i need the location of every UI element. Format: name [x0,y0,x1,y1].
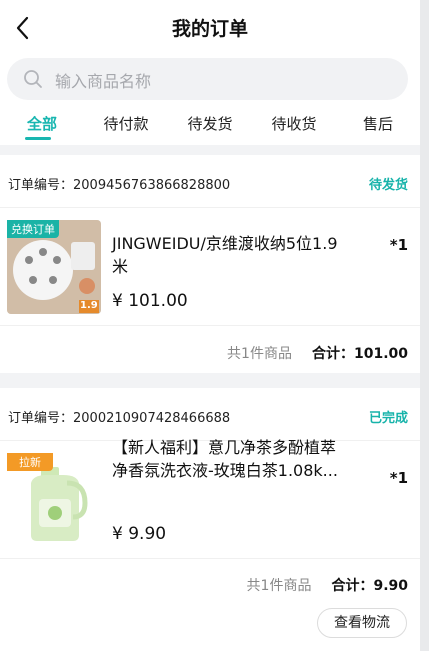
order-summary: 共1件商品 合计：101.00 [227,343,408,363]
search-bar[interactable]: 输入商品名称 [7,58,408,100]
tab-pending-receipt[interactable]: 待收货 [252,113,336,134]
order-number: 订单编号：2009456763866828800 [8,178,231,193]
order-status: 待发货 [368,178,408,193]
order-number: 订单编号：2000210907428466688 [8,411,231,426]
product-name[interactable]: 【新人福利】意几净茶多酚植萃净香氛洗衣液-玫瑰白茶1.08k... [112,436,350,482]
search-icon [24,70,42,88]
view-logistics-button[interactable]: 查看物流 [317,608,407,638]
tab-pending-payment[interactable]: 待付款 [84,113,168,134]
tab-pending-shipment[interactable]: 待发货 [168,113,252,134]
product-quantity: *1 [389,469,408,487]
order-tabs: 全部 待付款 待发货 待收货 售后 [0,113,420,145]
order-status: 已完成 [368,411,408,426]
product-thumbnail[interactable]: 拉新 [7,453,101,547]
tab-all[interactable]: 全部 [0,113,84,134]
item-count: 共1件商品 [227,346,292,362]
thumb-size-label: 1.9 [80,300,98,311]
order-summary: 共1件商品 合计：9.90 [247,575,408,595]
active-tab-indicator [25,137,51,140]
tab-after-sales[interactable]: 售后 [336,113,420,134]
order-card[interactable]: 订单编号：2009456763866828800 待发货 兑换订单 1.9 JI… [0,155,420,373]
order-total: 合计：9.90 [331,578,408,594]
product-price: ¥ 101.00 [112,291,188,311]
divider [0,325,420,326]
order-total: 合计：101.00 [311,346,408,362]
order-header: 订单编号：2009456763866828800 待发货 [0,155,420,208]
product-quantity: *1 [389,236,408,254]
order-header: 订单编号：2000210907428466688 已完成 [0,388,420,441]
exchange-order-badge: 兑换订单 [7,220,59,238]
search-input[interactable]: 输入商品名称 [55,68,151,92]
product-price: ¥ 9.90 [112,524,167,544]
product-thumbnail[interactable]: 兑换订单 1.9 [7,220,101,314]
scroll-rail [420,0,429,651]
page-title: 我的订单 [171,18,248,40]
order-card[interactable]: 订单编号：2000210907428466688 已完成 拉新 【新人福利】意几… [0,388,420,651]
page-header: 我的订单 输入商品名称 全部 待付款 待发货 待收货 售后 [0,0,420,145]
new-user-badge: 拉新 [7,453,53,471]
product-name[interactable]: JINGWEIDU/京维渡收纳5位1.9米 [112,232,350,278]
item-count: 共1件商品 [246,578,312,594]
divider [0,558,420,559]
